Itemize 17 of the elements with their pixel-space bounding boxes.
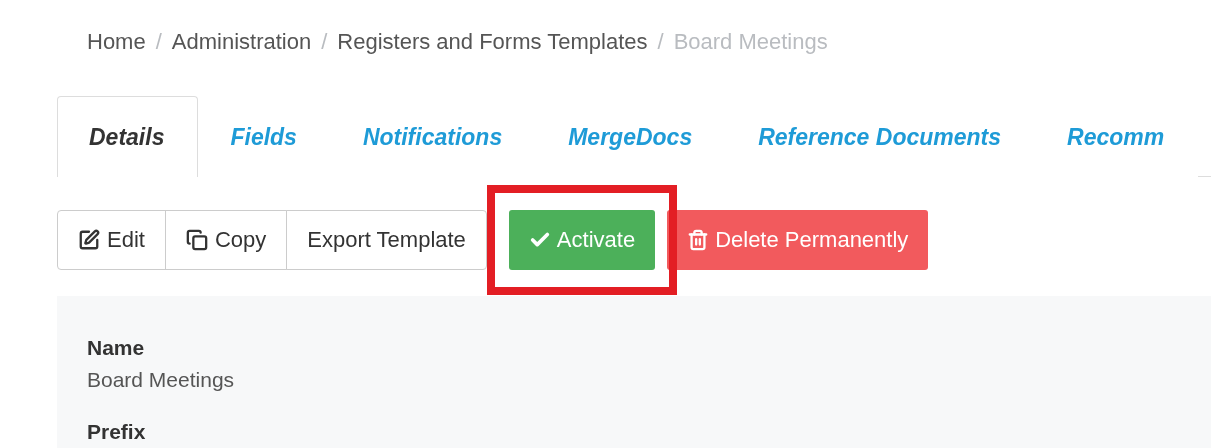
trash-icon xyxy=(687,229,710,251)
edit-icon xyxy=(78,229,100,251)
breadcrumb-link[interactable]: Registers and Forms Templates xyxy=(337,29,648,55)
field-value: Board Meetings xyxy=(87,368,236,392)
breadcrumb-separator: / xyxy=(321,29,328,55)
breadcrumb-current: Board Meetings xyxy=(673,29,828,55)
edit-button[interactable]: Edit xyxy=(57,210,166,270)
breadcrumb-link[interactable]: Home xyxy=(87,29,146,55)
field-label: Prefix xyxy=(87,420,147,444)
copy-button[interactable]: Copy xyxy=(164,210,288,270)
breadcrumb-link[interactable]: Administration xyxy=(171,29,312,55)
export-button[interactable]: Export Template xyxy=(286,210,487,270)
copy-icon xyxy=(185,229,208,251)
tab[interactable]: Details xyxy=(57,96,199,177)
breadcrumb-separator: / xyxy=(155,29,162,55)
breadcrumb-separator: / xyxy=(657,29,664,55)
field-label: Name xyxy=(87,336,146,360)
